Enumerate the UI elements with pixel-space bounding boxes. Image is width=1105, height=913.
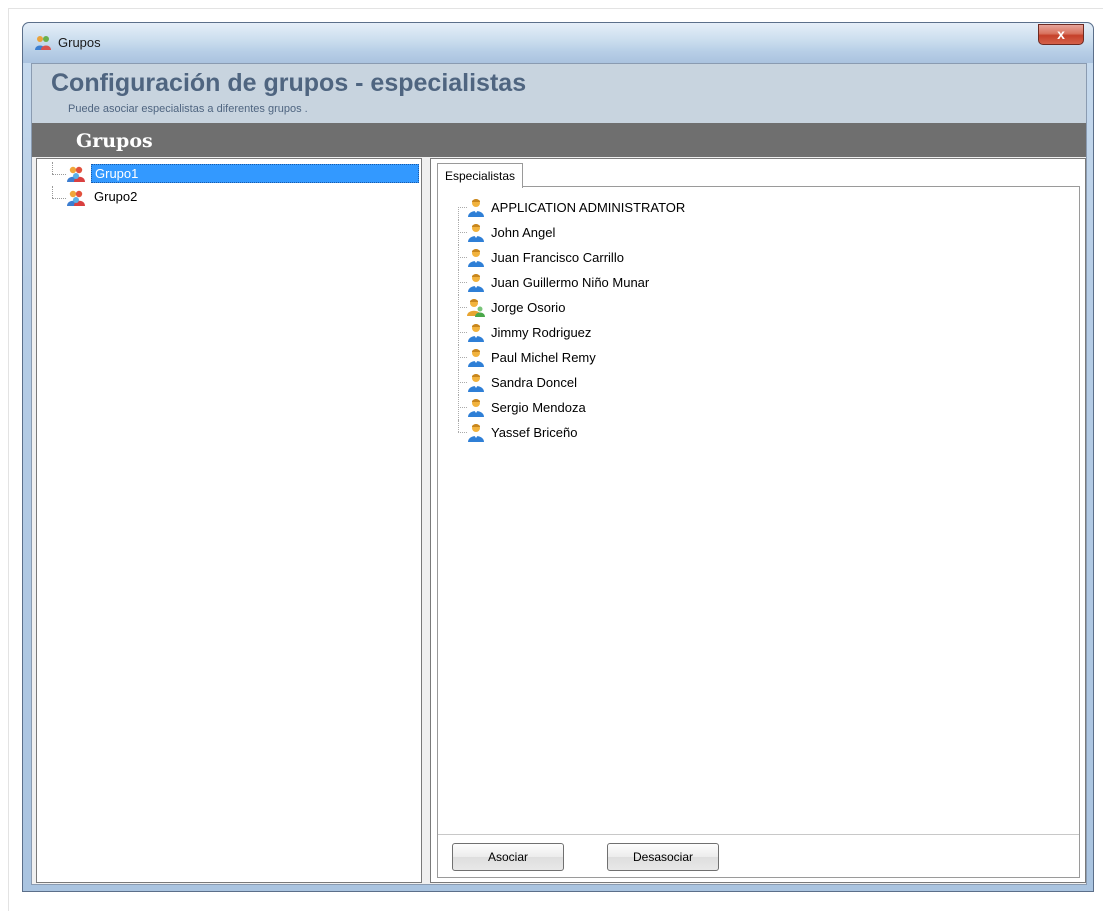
tree-connector bbox=[458, 232, 467, 233]
tree-connector bbox=[52, 198, 66, 199]
associate-button[interactable]: Asociar bbox=[452, 843, 564, 871]
specialist-item[interactable]: Juan Guillermo Niño Munar bbox=[451, 270, 1079, 295]
user-icon bbox=[467, 348, 485, 367]
user-icon bbox=[467, 398, 485, 417]
specialist-label: John Angel bbox=[491, 225, 556, 240]
tree-connector bbox=[52, 162, 54, 174]
tree-connector bbox=[52, 186, 54, 198]
user-icon bbox=[467, 323, 485, 342]
user-icon bbox=[467, 223, 485, 242]
section-title: Grupos bbox=[76, 130, 153, 152]
specialist-label: APPLICATION ADMINISTRATOR bbox=[491, 200, 686, 215]
page-title: Configuración de grupos - especialistas bbox=[51, 69, 527, 97]
specialist-label: Yassef Briceño bbox=[491, 425, 578, 440]
tree-connector bbox=[458, 420, 459, 432]
specialist-item[interactable]: APPLICATION ADMINISTRATOR bbox=[451, 195, 1079, 220]
close-icon: x bbox=[1057, 26, 1065, 42]
tree-item-label: Grupo2 bbox=[94, 189, 138, 204]
specialist-item[interactable]: Jimmy Rodriguez bbox=[451, 320, 1079, 345]
group-icon bbox=[66, 189, 86, 207]
tree-connector bbox=[458, 357, 467, 358]
user-icon bbox=[467, 248, 485, 267]
window-title: Grupos bbox=[58, 35, 101, 50]
tree-connector bbox=[458, 382, 467, 383]
user-icon bbox=[467, 273, 485, 292]
specialist-item[interactable]: Jorge Osorio bbox=[451, 295, 1079, 320]
specialist-item[interactable]: Yassef Briceño bbox=[451, 420, 1079, 445]
tree-connector bbox=[458, 407, 467, 408]
specialist-item[interactable]: Paul Michel Remy bbox=[451, 345, 1079, 370]
tab-especialistas[interactable]: Especialistas bbox=[437, 163, 524, 188]
action-bar: Asociar Desasociar bbox=[438, 834, 1079, 877]
dissociate-button[interactable]: Desasociar bbox=[607, 843, 719, 871]
specialist-label: Sandra Doncel bbox=[491, 375, 577, 390]
groups-tree-panel[interactable]: Grupo1 Grupo2 bbox=[36, 158, 422, 883]
specialist-item[interactable]: John Angel bbox=[451, 220, 1079, 245]
tree-connector bbox=[458, 207, 467, 208]
groups-tree[interactable]: Grupo1 Grupo2 bbox=[47, 162, 421, 210]
tree-connector bbox=[458, 432, 467, 433]
specialist-label: Sergio Mendoza bbox=[491, 400, 586, 415]
specialist-label: Juan Guillermo Niño Munar bbox=[491, 275, 650, 290]
tree-connector bbox=[52, 174, 66, 175]
groups-window: Grupos x Configuración de grupos - espec… bbox=[22, 22, 1094, 892]
title-bar[interactable]: Grupos x bbox=[23, 23, 1093, 63]
user-icon bbox=[467, 423, 485, 442]
specialists-tab-page: APPLICATION ADMINISTRATOR John Angel Juan … bbox=[437, 186, 1080, 878]
specialists-tree[interactable]: APPLICATION ADMINISTRATOR John Angel Juan … bbox=[451, 195, 1079, 445]
user-icon bbox=[467, 373, 485, 392]
page-subtitle: Puede asociar especialistas a diferentes… bbox=[68, 103, 308, 115]
tree-connector bbox=[458, 257, 467, 258]
tree-connector bbox=[458, 307, 467, 308]
group-icon bbox=[66, 165, 86, 183]
client-area: Configuración de grupos - especialistas … bbox=[31, 63, 1087, 885]
header-banner: Configuración de grupos - especialistas … bbox=[32, 64, 1086, 123]
section-header: Grupos bbox=[32, 123, 1086, 157]
specialist-item[interactable]: Sandra Doncel bbox=[451, 370, 1079, 395]
specialist-label: Juan Francisco Carrillo bbox=[491, 250, 624, 265]
specialist-label: Jimmy Rodriguez bbox=[491, 325, 592, 340]
tree-item-grupo2[interactable]: Grupo2 bbox=[47, 186, 421, 210]
specialist-label: Paul Michel Remy bbox=[491, 350, 596, 365]
tree-connector bbox=[458, 207, 459, 220]
app-icon bbox=[34, 34, 52, 52]
specialists-panel: Especialistas APPLICATION ADMINISTRATOR J… bbox=[430, 158, 1086, 883]
user-group-icon bbox=[467, 298, 485, 317]
specialist-label: Jorge Osorio bbox=[491, 300, 566, 315]
tree-item-grupo1[interactable]: Grupo1 bbox=[47, 162, 421, 186]
specialist-item[interactable]: Juan Francisco Carrillo bbox=[451, 245, 1079, 270]
close-button[interactable]: x bbox=[1038, 24, 1084, 45]
user-icon bbox=[467, 198, 485, 217]
tree-item-label: Grupo1 bbox=[91, 164, 419, 183]
tree-connector bbox=[458, 282, 467, 283]
specialist-item[interactable]: Sergio Mendoza bbox=[451, 395, 1079, 420]
tree-connector bbox=[458, 332, 467, 333]
